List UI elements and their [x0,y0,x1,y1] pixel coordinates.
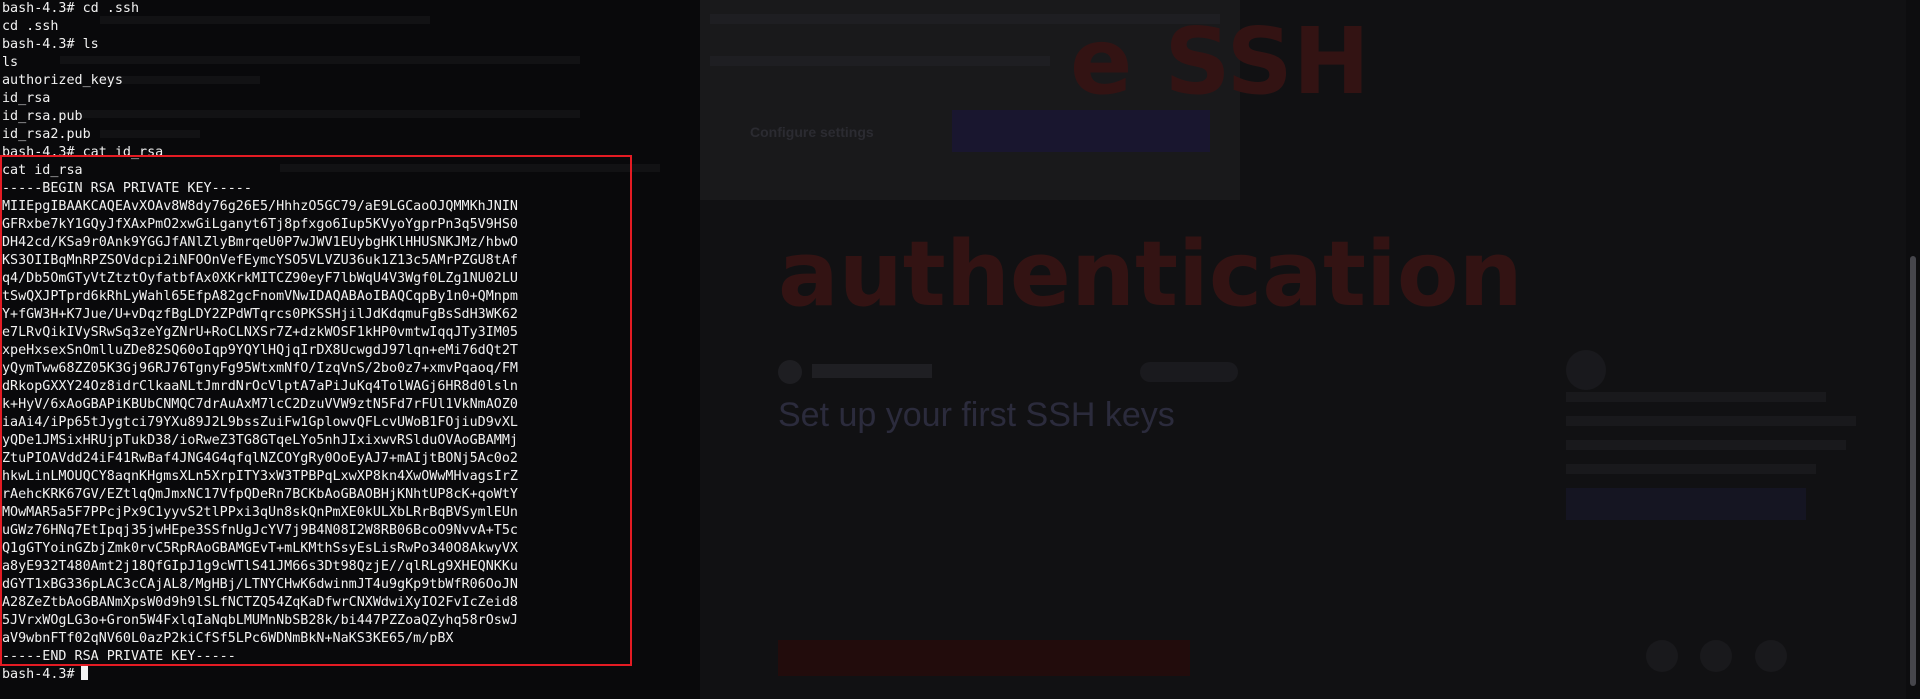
sidebar-text-line [1566,440,1846,450]
sidebar-logo-icon [1566,350,1606,390]
scrollbar[interactable] [1906,0,1920,699]
screen: Configure settings e SSH authentication … [0,0,1920,699]
share-icon[interactable] [1754,640,1787,672]
terminal-prompt: bash-4.3# [2,667,75,682]
page-headline-authentication: authentication [778,222,1523,327]
scrollbar-thumb[interactable] [1910,256,1916,686]
terminal-cursor [80,666,88,680]
author-name [812,364,932,378]
avatar [778,360,802,384]
article-title: Set up your first SSH keys [778,396,1175,434]
cookie-text-line [710,56,1050,66]
share-icon[interactable] [1646,640,1678,672]
share-icon[interactable] [1700,640,1733,672]
terminal-line: id_rsa2.pub [2,127,91,142]
sidebar-panel [1566,392,1866,592]
sidebar-text-line [1566,416,1856,426]
sidebar-button[interactable] [1566,488,1806,520]
tag-badge [1140,362,1238,382]
terminal-prompt-line[interactable]: bash-4.3# [2,666,692,684]
terminal-line: id_rsa.pub [2,109,83,124]
terminal-line: id_rsa [2,91,51,106]
cta-button[interactable] [778,640,1190,676]
author-row [778,360,1548,384]
private-key-highlight-box [0,155,632,666]
terminal-line: bash-4.3# cd .ssh [2,1,140,16]
cookie-accept-button[interactable] [952,110,1210,152]
terminal-line: ls [2,55,19,70]
terminal-line: authorized_keys [2,73,123,88]
page-headline-ssh: e SSH [1070,8,1370,115]
social-icons [1646,640,1805,677]
sidebar-text-line [1566,392,1826,402]
terminal-line: cd .ssh [2,19,59,34]
sidebar-text-line [1566,464,1816,474]
terminal-line: bash-4.3# ls [2,37,99,52]
cookie-configure-button[interactable]: Configure settings [750,124,874,140]
